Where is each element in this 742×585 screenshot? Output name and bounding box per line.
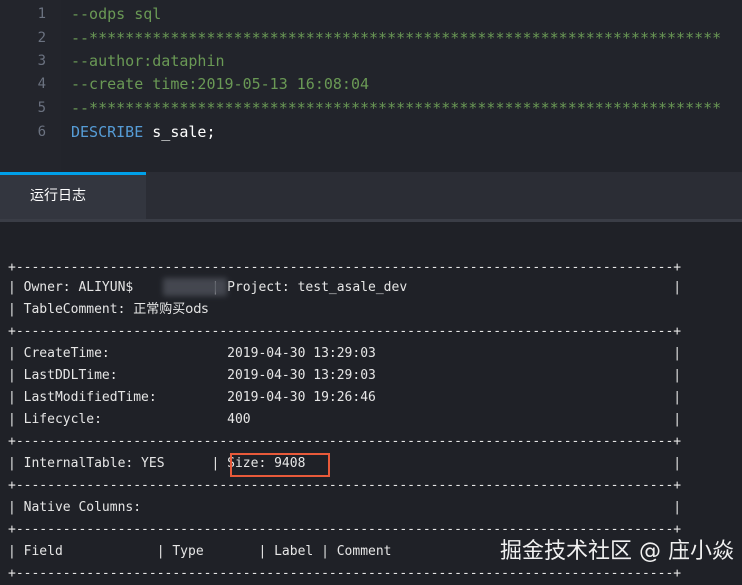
log-border: +---------------------------------------… [8,260,682,275]
log-comment-suffix: | [208,302,742,317]
log-comment-value: 正常购买ods [133,302,209,317]
log-comment-prefix: | TableComment: [8,302,134,317]
line-number-gutter: 1 2 3 4 5 6 [0,0,61,172]
log-internal-table: | InternalTable: YES | Size: 9408 | [8,456,682,471]
log-ddl-time: | LastDDLTime: 2019-04-30 13:29:03 | [8,368,682,383]
code-area[interactable]: --odps sql --***************************… [61,0,742,172]
log-table-comment: | TableComment: 正常购买ods | [8,299,742,321]
line-number: 1 [37,6,46,22]
size-highlight-box [230,453,330,477]
tab-run-log[interactable]: 运行日志 [0,172,146,219]
sql-editor[interactable]: 1 2 3 4 5 6 --odps sql --***************… [0,0,742,172]
line-number: 4 [37,76,46,92]
log-border: +---------------------------------------… [8,434,682,449]
line-number: 2 [37,30,46,46]
code-line[interactable]: --**************************************… [71,26,721,50]
code-line[interactable]: --**************************************… [71,96,721,120]
log-owner-line: | Owner: ALIYUN$ | Project: test_asale_d… [8,280,682,295]
line-number: 6 [37,124,46,140]
redacted-owner-mask [163,278,227,296]
log-modified-time: | LastModifiedTime: 2019-04-30 19:26:46 … [8,390,682,405]
code-line[interactable]: --odps sql [71,2,161,26]
code-line[interactable]: --author:dataphin [71,49,225,73]
log-native-columns: | Native Columns: | [8,500,682,515]
log-lifecycle: | Lifecycle: 400 | [8,412,682,427]
log-create-time: | CreateTime: 2019-04-30 13:29:03 | [8,346,682,361]
code-line[interactable]: --create time:2019-05-13 16:08:04 [71,72,369,96]
line-number: 3 [37,53,46,69]
code-line[interactable]: DESCRIBE s_sale; [71,120,216,144]
run-log-output[interactable]: +---------------------------------------… [0,222,742,581]
log-border: +---------------------------------------… [8,566,682,581]
sql-identifier: s_sale; [143,123,216,141]
bottom-panel-tabbar: 运行日志 [0,172,742,219]
sql-keyword: DESCRIBE [71,123,144,141]
log-border: +---------------------------------------… [8,324,682,339]
log-border: +---------------------------------------… [8,478,682,493]
watermark-text: 掘金技术社区 @ 庄小焱 [500,539,734,564]
line-number: 5 [37,100,46,116]
